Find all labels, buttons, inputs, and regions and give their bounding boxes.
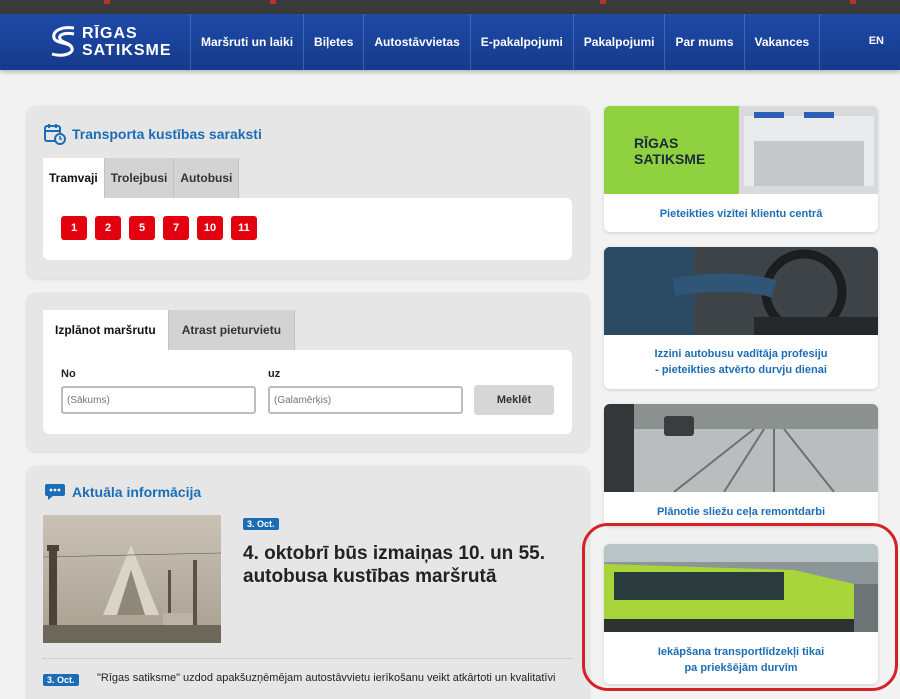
route-button[interactable]: 7 — [163, 216, 189, 240]
news-date-badge: 3. Oct. — [43, 674, 79, 686]
highlight-circle — [582, 523, 898, 691]
promo-label: Plānotie sliežu ceļa remontdarbi — [656, 506, 826, 518]
bus-driver-image — [604, 247, 878, 335]
speech-bubble-icon — [45, 484, 65, 500]
route-button[interactable]: 1 — [61, 216, 87, 240]
promo-photo — [604, 247, 878, 335]
tab-find-stop[interactable]: Atrast pieturvietu — [168, 310, 296, 350]
route-button[interactable]: 5 — [129, 216, 155, 240]
calendar-clock-icon — [44, 124, 66, 145]
to-label: uz — [268, 368, 281, 380]
svg-text:SATIKSME: SATIKSME — [634, 151, 705, 167]
language-switch[interactable]: EN — [869, 35, 884, 47]
news-date-badge: 3. Oct. — [243, 518, 279, 530]
nav-e-services[interactable]: E-pakalpojumi — [469, 14, 573, 70]
news-title: Aktuāla informācija — [44, 482, 201, 502]
search-button[interactable]: Meklēt — [474, 385, 554, 415]
transport-tabs: Tramvaji Trolejbusi Autobusi — [43, 158, 240, 198]
logo-line2: SATIKSME — [82, 42, 172, 59]
promo-photo: RĪGAS SATIKSME — [604, 106, 878, 194]
promo-photo — [604, 404, 878, 492]
routes-panel: 1 2 5 7 10 11 — [43, 198, 572, 260]
top-strip — [0, 0, 900, 14]
svg-text:RĪGAS: RĪGAS — [634, 135, 678, 151]
promo-customer-centre[interactable]: RĪGAS SATIKSME Pieteikties vizītei klien… — [604, 106, 878, 232]
route-button[interactable]: 2 — [95, 216, 121, 240]
customer-centre-image: RĪGAS SATIKSME — [604, 106, 878, 194]
site-header: RĪGAS SATIKSME Maršruti un laiki Biļetes… — [0, 14, 900, 70]
nav-tickets[interactable]: Biļetes — [303, 14, 363, 70]
tram-tracks-image — [604, 404, 878, 492]
route-button[interactable]: 10 — [197, 216, 223, 240]
nav-about[interactable]: Par mums — [664, 14, 743, 70]
tab-plan-route[interactable]: Izplānot maršrutu — [43, 310, 169, 350]
logo-line1: RĪGAS — [82, 25, 138, 42]
timetables-card: Transporta kustības saraksti Tramvaji Tr… — [27, 106, 589, 278]
route-button[interactable]: 11 — [231, 216, 257, 240]
tab-trams[interactable]: Tramvaji — [43, 158, 105, 198]
nav-services[interactable]: Pakalpojumi — [572, 14, 665, 70]
to-input[interactable] — [268, 386, 463, 414]
planner-tabs: Izplānot maršrutu Atrast pieturvietu — [43, 310, 296, 350]
logo[interactable]: RĪGAS SATIKSME — [48, 24, 178, 62]
from-input[interactable] — [61, 386, 256, 414]
promo-label: Pieteikties vizītei klientu centrā — [659, 208, 823, 220]
news-title-text: Aktuāla informācija — [72, 484, 202, 500]
news-photo-image — [43, 515, 221, 643]
news-photo[interactable] — [43, 515, 221, 643]
promo-track-repairs[interactable]: Plānotie sliežu ceļa remontdarbi — [604, 404, 878, 526]
timetables-title: Transporta kustības saraksti — [44, 123, 262, 145]
timetables-title-text: Transporta kustības saraksti — [72, 126, 262, 142]
nav-vacancies[interactable]: Vakances — [743, 14, 821, 70]
main-nav: Maršruti un laiki Biļetes Autostāvvietas… — [190, 14, 821, 70]
planner-card: Izplānot maršrutu Atrast pieturvietu No … — [27, 293, 589, 451]
nav-parking[interactable]: Autostāvvietas — [363, 14, 469, 70]
promo-driver-profession[interactable]: Izzini autobusu vadītāja profesiju - pie… — [604, 247, 878, 389]
news-headline[interactable]: 4. oktobrī būs izmaiņas 10. un 55. autob… — [243, 542, 583, 588]
logo-text: RĪGAS SATIKSME — [82, 25, 171, 59]
from-label: No — [61, 368, 76, 380]
logo-icon — [51, 26, 75, 57]
nav-routes[interactable]: Maršruti un laiki — [190, 14, 303, 70]
news-item-text[interactable]: "Rīgas satiksme" uzdod apakšuzņēmējam au… — [97, 671, 577, 685]
news-divider — [43, 658, 573, 659]
tab-buses[interactable]: Autobusi — [174, 158, 240, 198]
planner-panel: No uz Meklēt — [43, 350, 572, 434]
tab-trolleybuses[interactable]: Trolejbusi — [104, 158, 175, 198]
promo-label: Izzini autobusu vadītāja profesiju - pie… — [654, 348, 828, 376]
